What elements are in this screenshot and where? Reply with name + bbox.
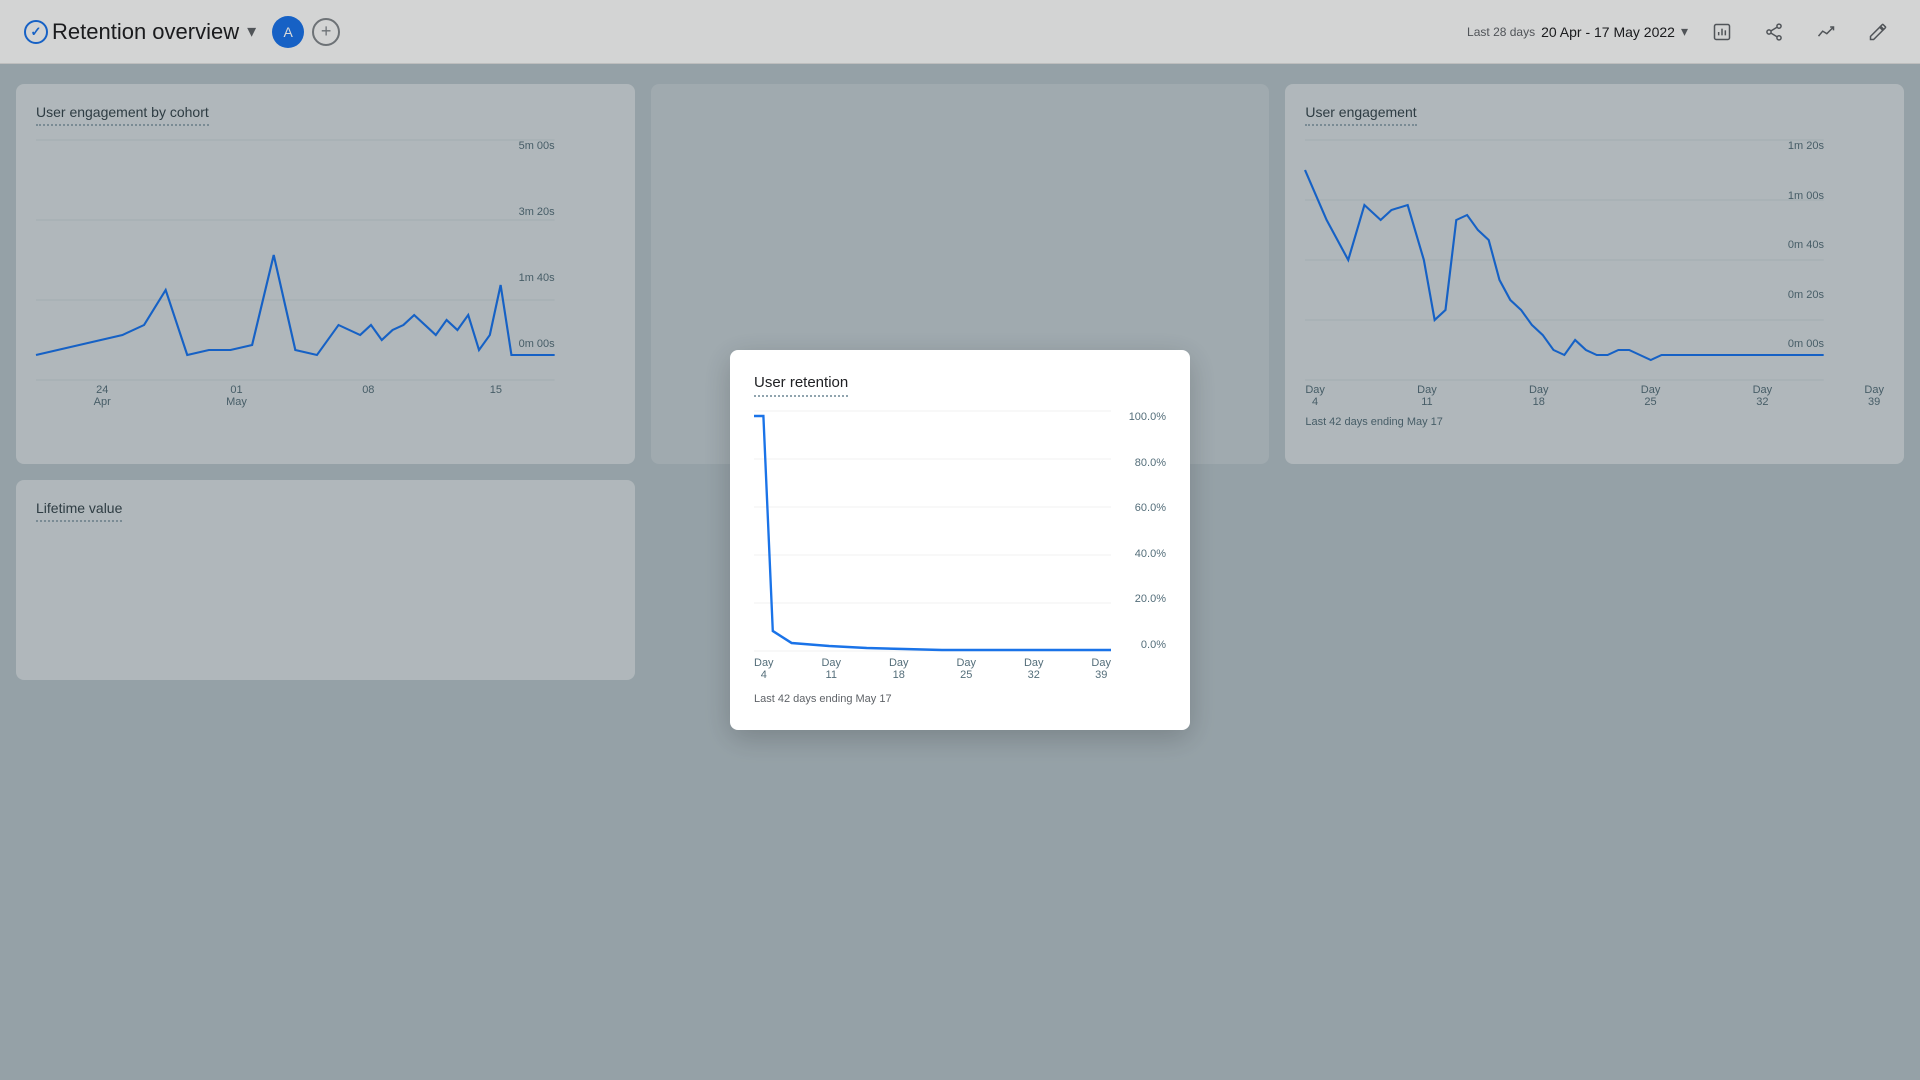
- modal-y-label-3: 40.0%: [1135, 548, 1166, 560]
- modal-footer: Last 42 days ending May 17: [754, 693, 1166, 705]
- retention-svg-chart: [754, 411, 1111, 651]
- modal-chart-container: 100.0% 80.0% 60.0% 40.0% 20.0% 0.0% Day …: [754, 411, 1166, 681]
- modal-overlay[interactable]: User retention 100.0% 80.0%: [0, 0, 1920, 1080]
- modal-x-label-2: Day 18: [889, 657, 909, 681]
- modal-x-label-3: Day 25: [956, 657, 976, 681]
- modal-y-label-5: 0.0%: [1141, 639, 1166, 651]
- modal-x-label-4: Day 32: [1024, 657, 1044, 681]
- modal-y-label-0: 100.0%: [1129, 411, 1166, 423]
- modal-x-label-5: Day 39: [1091, 657, 1111, 681]
- modal-y-label-2: 60.0%: [1135, 502, 1166, 514]
- modal-y-label-1: 80.0%: [1135, 457, 1166, 469]
- retention-modal: User retention 100.0% 80.0%: [730, 350, 1190, 730]
- modal-x-label-0: Day 4: [754, 657, 774, 681]
- modal-y-axis: 100.0% 80.0% 60.0% 40.0% 20.0% 0.0%: [1111, 411, 1166, 651]
- modal-chart-area: 100.0% 80.0% 60.0% 40.0% 20.0% 0.0%: [754, 411, 1111, 651]
- modal-x-axis: Day 4 Day 11 Day 18 Day 25 Day 32: [754, 657, 1111, 681]
- modal-x-label-1: Day 11: [821, 657, 841, 681]
- modal-y-label-4: 20.0%: [1135, 593, 1166, 605]
- modal-title: User retention: [754, 374, 848, 397]
